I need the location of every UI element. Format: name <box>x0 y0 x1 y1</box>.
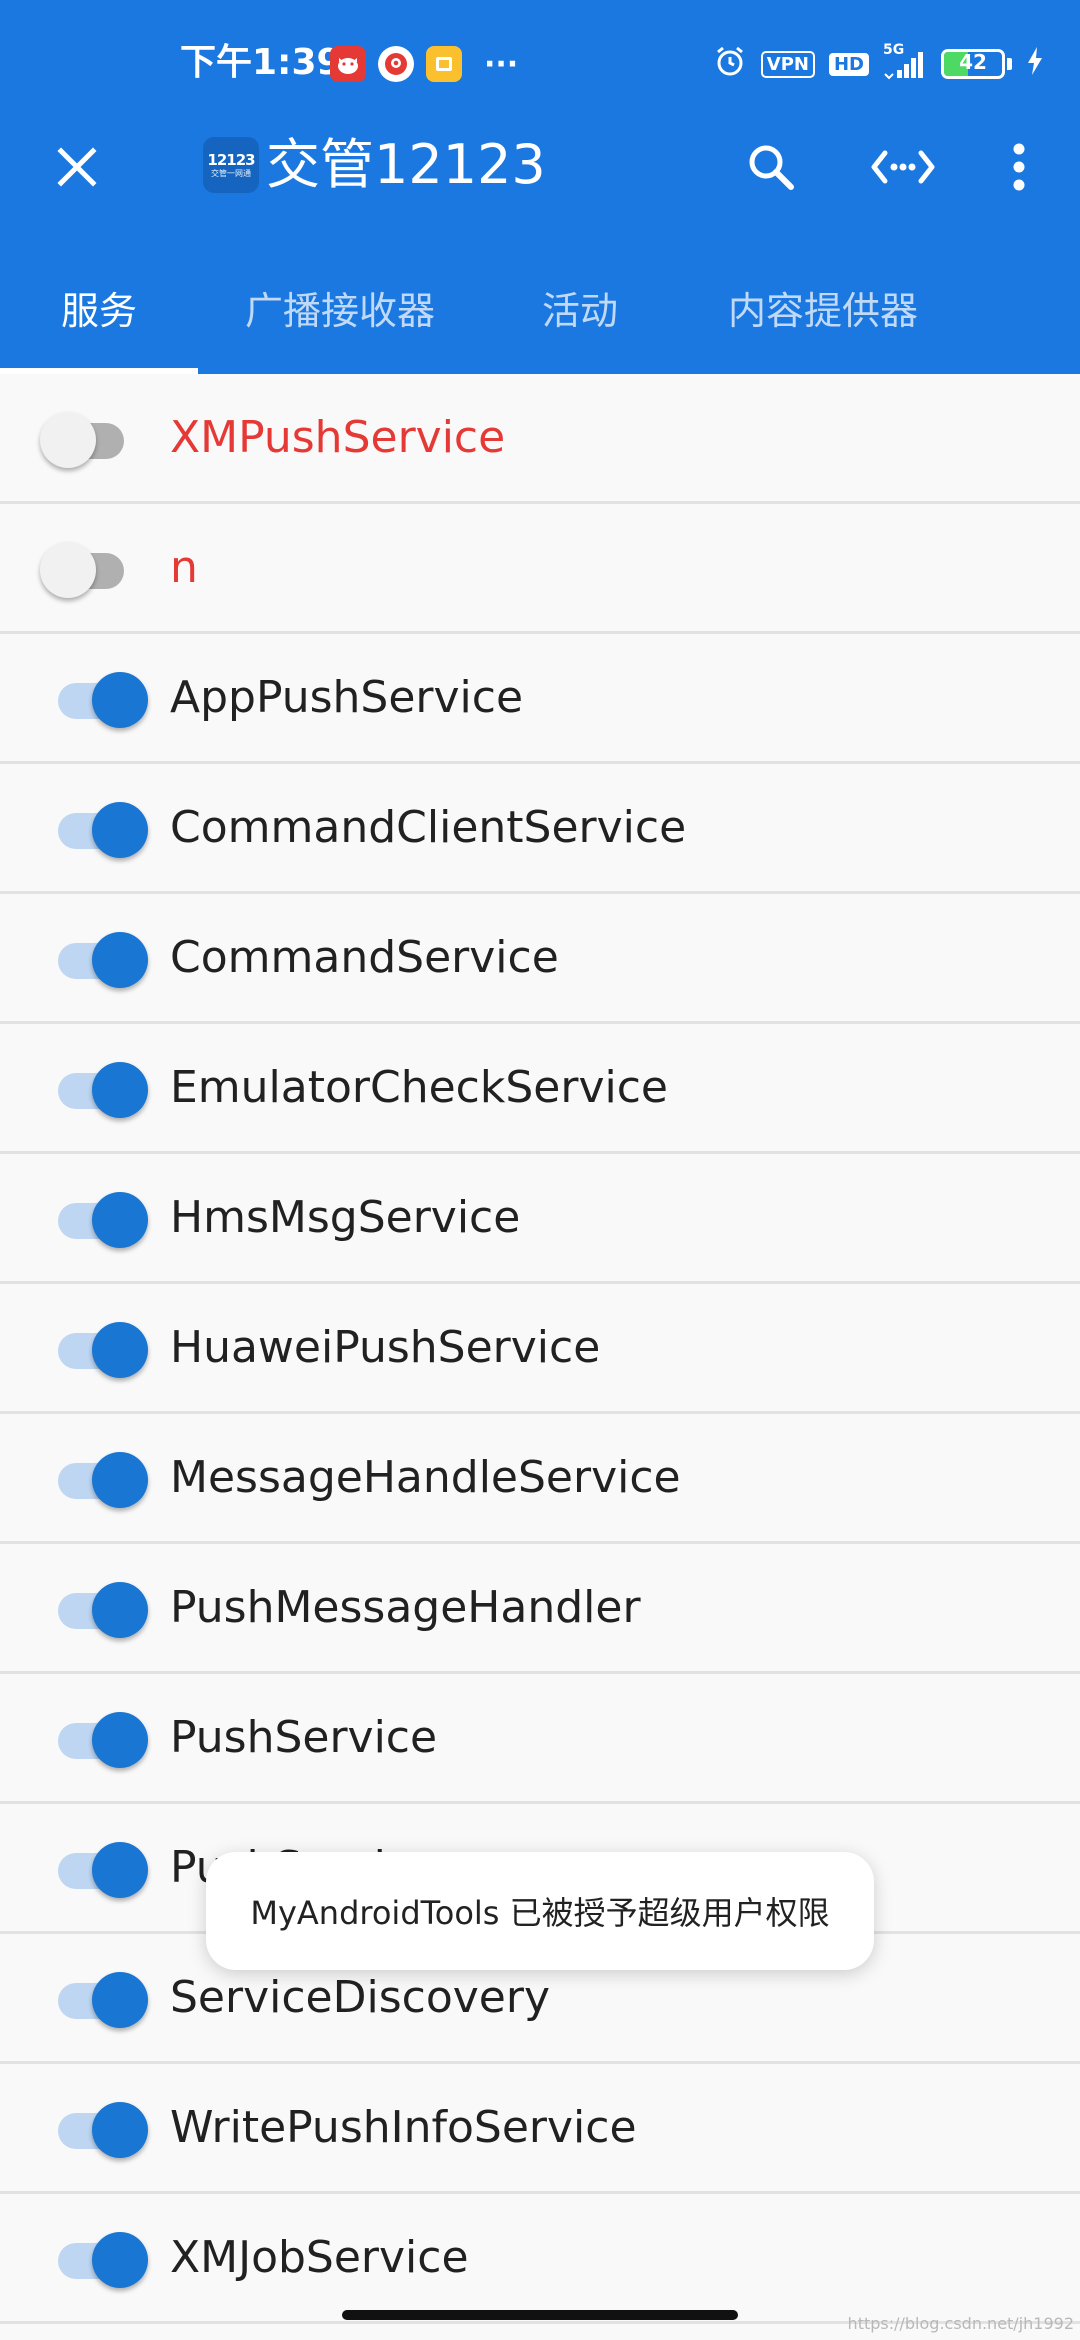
close-icon <box>57 147 97 187</box>
toggle-thumb <box>92 932 148 988</box>
component-toggle[interactable] <box>40 536 150 600</box>
app-logo-number: 12123 <box>207 151 255 169</box>
list-item[interactable]: CommandService <box>0 894 1080 1024</box>
component-name: HuaweiPushService <box>170 1322 601 1373</box>
toggle-thumb <box>92 1712 148 1768</box>
list-item[interactable]: AppPushService <box>0 634 1080 764</box>
component-toggle[interactable] <box>40 2226 150 2290</box>
app-logo-caption: 交管一网通 <box>211 169 251 178</box>
list-item[interactable]: HmsMsgService <box>0 1154 1080 1284</box>
list-item[interactable]: n <box>0 504 1080 634</box>
more-vert-icon <box>1013 143 1025 191</box>
list-item[interactable]: WritePushInfoService <box>0 2064 1080 2194</box>
notification-icons: ··· <box>330 46 518 82</box>
signal-icon: 5G <box>883 42 927 80</box>
toggle-thumb <box>92 1192 148 1248</box>
tab-broadcast-receivers[interactable]: 广播接收器 <box>198 240 482 374</box>
component-name: AppPushService <box>170 672 524 723</box>
charging-icon <box>1026 46 1044 82</box>
red-app-icon <box>378 46 414 82</box>
tab-content-providers[interactable]: 内容提供器 <box>678 240 968 374</box>
more-notifications-icon: ··· <box>484 46 519 82</box>
hd-badge: HD <box>828 52 869 76</box>
network-type: 5G <box>883 42 905 58</box>
tab-label: 内容提供器 <box>727 288 918 333</box>
component-toggle[interactable] <box>40 1056 150 1120</box>
alarm-icon <box>713 44 747 84</box>
close-button[interactable] <box>40 130 114 204</box>
toggle-thumb <box>92 2102 148 2158</box>
component-name: CommandClientService <box>170 802 687 853</box>
tab-bar: 服务 广播接收器 活动 内容提供器 <box>0 240 1080 374</box>
tab-label: 广播接收器 <box>244 288 435 333</box>
component-toggle[interactable] <box>40 1836 150 1900</box>
tab-label: 服务 <box>60 288 137 333</box>
vpn-badge: VPN <box>760 50 815 78</box>
component-name: HmsMsgService <box>170 1192 521 1243</box>
battery-icon: 42 <box>941 49 1012 79</box>
code-view-icon <box>871 150 935 184</box>
toggle-thumb <box>92 1972 148 2028</box>
list-item[interactable]: PushService <box>0 1674 1080 1804</box>
component-toggle[interactable] <box>40 796 150 860</box>
search-button[interactable] <box>734 130 808 204</box>
list-item[interactable]: PushMessageHandler <box>0 1544 1080 1674</box>
list-item[interactable]: XMJobService <box>0 2194 1080 2324</box>
component-toggle[interactable] <box>40 2096 150 2160</box>
component-name: PushMessageHandler <box>170 1582 641 1633</box>
toast-message: MyAndroidTools 已被授予超级用户权限 <box>250 1894 830 1932</box>
app-logo: 12123 交管一网通 <box>200 134 262 196</box>
status-bar: 下午1:39 ··· VPN HD 5G 42 <box>0 0 1080 90</box>
component-toggle[interactable] <box>40 1966 150 2030</box>
toggle-thumb <box>92 1842 148 1898</box>
tab-label: 活动 <box>541 288 618 333</box>
list-item[interactable]: CommandClientService <box>0 764 1080 894</box>
watermark: https://blog.csdn.net/jh1992 <box>847 2314 1074 2333</box>
status-right: VPN HD 5G 42 <box>713 42 1044 84</box>
tab-services[interactable]: 服务 <box>0 240 198 374</box>
toggle-thumb <box>92 1582 148 1638</box>
toggle-thumb <box>92 1452 148 1508</box>
component-toggle[interactable] <box>40 926 150 990</box>
component-name: CommandService <box>170 932 559 983</box>
yellow-app-icon <box>426 46 462 82</box>
component-name: XMPushService <box>170 412 506 463</box>
toggle-thumb <box>40 542 96 598</box>
list-item[interactable]: EmulatorCheckService <box>0 1024 1080 1154</box>
component-toggle[interactable] <box>40 1316 150 1380</box>
list-item[interactable]: HuaweiPushService <box>0 1284 1080 1414</box>
app-bar: 12123 交管一网通 交管12123 <box>0 90 1080 240</box>
pig-app-icon <box>330 46 366 82</box>
toggle-thumb <box>40 412 96 468</box>
toast: MyAndroidTools 已被授予超级用户权限 <box>206 1852 874 1970</box>
battery-level: 42 <box>959 50 987 74</box>
app-title: 交管12123 <box>266 133 546 196</box>
component-name: WritePushInfoService <box>170 2102 637 2153</box>
component-toggle[interactable] <box>40 1576 150 1640</box>
component-toggle[interactable] <box>40 1446 150 1510</box>
component-toggle[interactable] <box>40 666 150 730</box>
component-list: XMPushService n AppPushService CommandClien… <box>0 374 1080 2324</box>
home-indicator[interactable] <box>342 2310 738 2320</box>
list-item[interactable]: XMPushService <box>0 374 1080 504</box>
search-icon <box>749 145 794 190</box>
component-name: EmulatorCheckService <box>170 1062 668 1113</box>
tab-activities[interactable]: 活动 <box>482 240 678 374</box>
toggle-thumb <box>92 802 148 858</box>
overflow-menu-button[interactable] <box>982 130 1056 204</box>
toggle-thumb <box>92 672 148 728</box>
component-name: MessageHandleService <box>170 1452 681 1503</box>
component-toggle[interactable] <box>40 406 150 470</box>
component-name: PushService <box>170 1712 438 1763</box>
toggle-thumb <box>92 1322 148 1378</box>
toggle-thumb <box>92 2232 148 2288</box>
toggle-thumb <box>92 1062 148 1118</box>
status-time: 下午1:39 <box>180 42 342 83</box>
component-toggle[interactable] <box>40 1706 150 1770</box>
list-item[interactable]: MessageHandleService <box>0 1414 1080 1544</box>
code-button[interactable] <box>866 130 940 204</box>
component-name: n <box>170 542 198 593</box>
component-toggle[interactable] <box>40 1186 150 1250</box>
component-name: XMJobService <box>170 2232 469 2283</box>
